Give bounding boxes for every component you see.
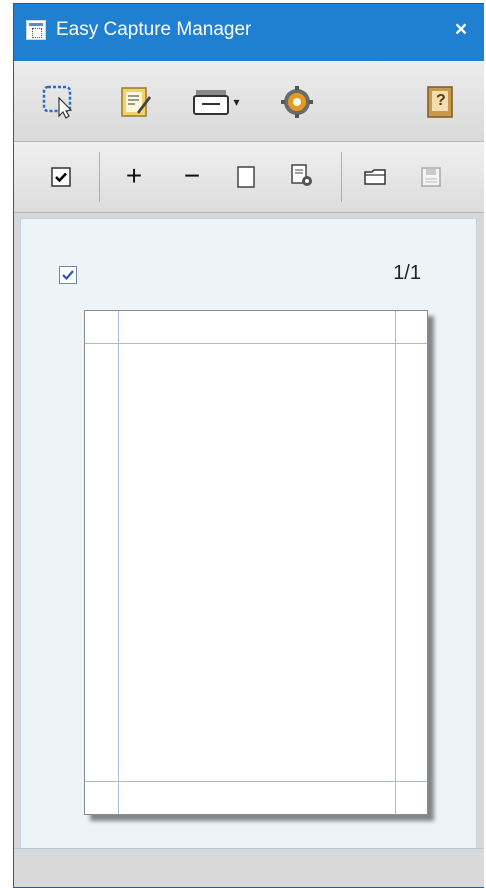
bottom-margin-guide [85, 781, 427, 782]
print-button[interactable]: ▾ [184, 81, 248, 123]
save-button[interactable] [418, 164, 444, 190]
settings-button[interactable] [276, 81, 318, 123]
right-margin-guide [395, 311, 396, 814]
edit-note-button[interactable] [114, 81, 156, 123]
printer-icon [193, 90, 230, 115]
gear-icon [281, 86, 313, 118]
top-margin-guide [85, 343, 427, 344]
app-window: Easy Capture Manager × ▾ ? + − 1/1 [13, 3, 484, 888]
main-toolbar: ▾ ? [14, 61, 484, 142]
page-icon [237, 166, 255, 188]
help-label: ? [436, 92, 446, 109]
client-area: ▾ ? + − 1/1 [14, 61, 484, 887]
page-indicator: 1/1 [393, 262, 421, 284]
page-select-checkbox[interactable] [59, 266, 77, 284]
save-icon [421, 167, 441, 187]
blank-page-button[interactable] [233, 164, 259, 190]
capture-region-icon [42, 85, 73, 119]
open-folder-button[interactable] [362, 164, 390, 190]
checkbox-checked-icon [62, 270, 74, 281]
notepad-edit-icon [121, 87, 151, 117]
page-settings-icon [291, 164, 312, 186]
status-bar [14, 848, 484, 887]
checkbox-checked-icon [51, 167, 71, 187]
edit-toolbar: + − [14, 142, 484, 213]
window-title: Easy Capture Manager [56, 19, 252, 40]
page-settings-button[interactable] [288, 162, 316, 190]
remove-page-button[interactable]: − [176, 160, 208, 192]
app-icon [26, 20, 46, 40]
add-page-button[interactable]: + [118, 160, 150, 192]
preview-area: 1/1 [20, 218, 477, 850]
close-button[interactable]: × [450, 18, 472, 42]
select-all-checkbox[interactable] [50, 166, 72, 188]
page-thumbnail[interactable] [84, 310, 428, 815]
left-margin-guide [118, 311, 119, 814]
capture-region-button[interactable] [38, 81, 80, 123]
folder-icon [364, 169, 386, 185]
title-bar[interactable]: Easy Capture Manager × [14, 4, 484, 61]
help-button[interactable]: ? [419, 81, 461, 123]
chevron-down-icon[interactable]: ▾ [233, 95, 239, 109]
